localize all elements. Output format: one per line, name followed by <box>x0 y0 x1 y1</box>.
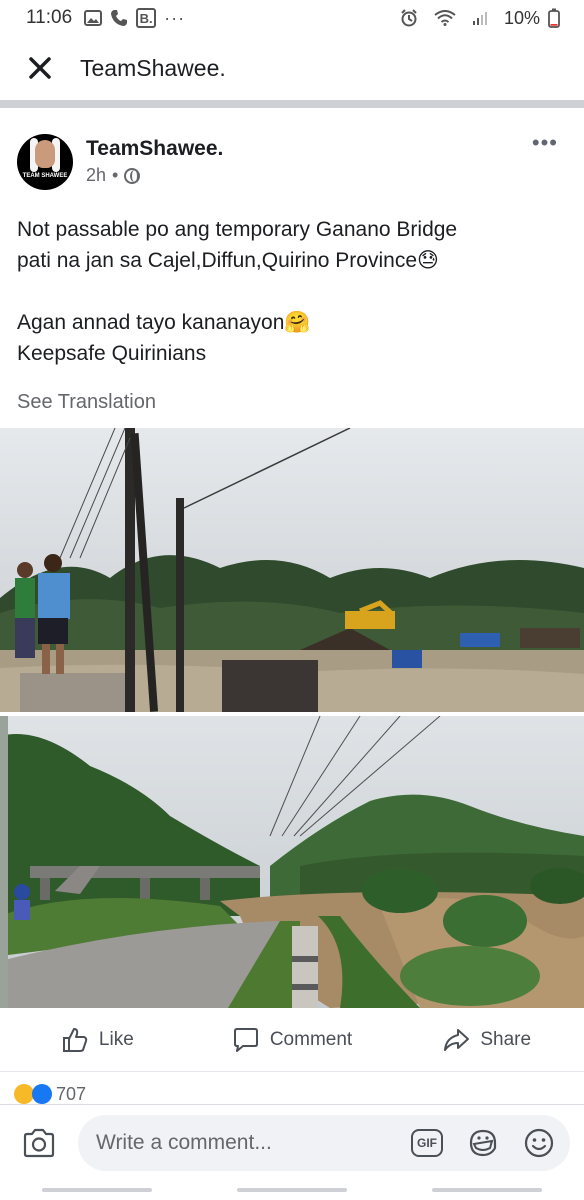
app-header: TeamShawee. <box>0 36 584 108</box>
see-translation-link[interactable]: See Translation <box>0 369 584 414</box>
share-icon <box>444 1028 470 1051</box>
post-card: TEAM SHAWEE TeamShawee. 2h • ••• Not pas… <box>0 116 584 414</box>
battery-level: 10% <box>503 7 540 28</box>
flooded-river-bridge-photo[interactable] <box>0 716 584 1008</box>
more-options-icon[interactable]: ••• <box>532 130 558 156</box>
wifi-icon <box>434 10 456 26</box>
avatar[interactable]: TEAM SHAWEE <box>17 134 73 190</box>
post-text: Not passable po ang temporary Ganano Bri… <box>0 200 584 369</box>
system-nav-bar <box>0 1180 584 1200</box>
avatar-text: TEAM SHAWEE <box>22 173 68 179</box>
post-text-line: Keepsafe Quirinians <box>17 342 207 365</box>
header-title: TeamShawee. <box>80 54 226 81</box>
comment-button[interactable]: Comment <box>195 1026 390 1054</box>
alarm-icon <box>400 9 418 27</box>
like-reaction-icon <box>32 1084 52 1104</box>
status-time: 11:06 <box>26 7 73 28</box>
signal-icon <box>472 10 488 26</box>
nav-home-handle[interactable] <box>236 1188 347 1192</box>
comment-placeholder: Write a comment... <box>96 1130 272 1154</box>
like-label: Like <box>98 1028 134 1050</box>
share-button[interactable]: Share <box>389 1026 584 1054</box>
avatar-face <box>35 140 55 168</box>
battery-icon <box>548 8 560 28</box>
b-app-icon: B. <box>136 8 157 28</box>
sticker-icon[interactable] <box>466 1126 500 1160</box>
post-actions: Like Comment Share <box>0 1008 584 1072</box>
comment-bar: Write a comment... GIF <box>0 1104 584 1180</box>
reaction-count: 707 <box>56 1083 87 1104</box>
comment-icon <box>233 1027 258 1052</box>
reactions-summary[interactable]: 707 <box>14 1082 86 1106</box>
post-header: TEAM SHAWEE TeamShawee. 2h • ••• <box>0 116 584 200</box>
more-dots-icon: ··· <box>164 7 186 28</box>
post-text-line: Agan annad tayo kananayon🤗 <box>17 311 311 334</box>
post-meta: TeamShawee. 2h • <box>86 134 223 200</box>
post-text-line: Not passable po ang temporary Ganano Bri… <box>17 218 458 241</box>
nav-back-handle[interactable] <box>42 1188 153 1192</box>
close-icon[interactable] <box>26 54 54 82</box>
like-button[interactable]: Like <box>0 1026 195 1054</box>
comment-label: Comment <box>269 1028 353 1050</box>
post-text-line: pati na jan sa Cajel,Diffun,Quirino Prov… <box>17 249 439 272</box>
sad-reaction-icon <box>14 1084 34 1104</box>
post-text-line <box>17 276 558 307</box>
gif-icon[interactable]: GIF <box>410 1126 444 1160</box>
share-label: Share <box>480 1028 532 1050</box>
status-right: 10% <box>400 8 568 29</box>
post-separator: • <box>112 165 119 185</box>
image-icon <box>84 10 103 26</box>
post-time[interactable]: 2h <box>86 165 106 186</box>
gif-label: GIF <box>411 1128 443 1157</box>
globe-icon <box>124 167 141 184</box>
comment-input[interactable]: Write a comment... GIF <box>78 1114 570 1171</box>
thumbs-up-icon <box>62 1027 88 1052</box>
phone-icon <box>110 9 128 27</box>
flooded-road-photo[interactable] <box>0 428 584 712</box>
post-subline: 2h • <box>86 165 223 186</box>
emoji-icon[interactable] <box>522 1126 556 1160</box>
camera-icon[interactable] <box>22 1126 56 1160</box>
nav-recents-handle[interactable] <box>431 1188 542 1192</box>
post-author[interactable]: TeamShawee. <box>86 137 223 161</box>
status-bar: 11:06 B. ··· 10% <box>0 0 584 36</box>
